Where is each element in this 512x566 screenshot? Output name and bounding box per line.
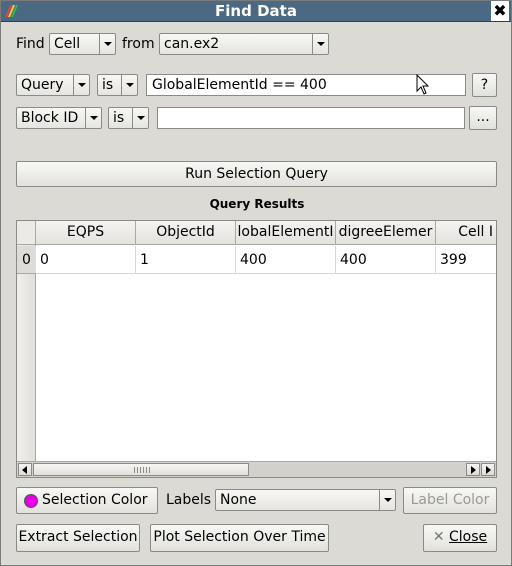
element-type-value: Cell	[54, 36, 81, 52]
block-field-dropdown[interactable]: Block ID	[16, 107, 102, 129]
query-operator-value: is	[102, 77, 114, 93]
row-header[interactable]: 0	[17, 246, 36, 274]
query-field-value: Query	[21, 77, 64, 93]
table-cell[interactable]: 0	[36, 246, 136, 274]
labels-value: None	[220, 492, 257, 508]
block-value-input[interactable]	[157, 107, 465, 129]
chevron-down-icon	[379, 490, 395, 510]
chevron-down-icon	[73, 75, 89, 95]
chevron-down-icon	[99, 34, 115, 54]
extract-selection-button[interactable]: Extract Selection	[16, 524, 140, 552]
column-header[interactable]: digreeElemer	[336, 221, 436, 245]
labels-label: Labels	[166, 492, 212, 508]
column-header[interactable]: lobalElementI	[236, 221, 336, 245]
from-label: from	[122, 36, 155, 52]
source-dropdown[interactable]: can.ex2	[159, 33, 329, 55]
element-type-dropdown[interactable]: Cell	[49, 33, 116, 55]
close-button[interactable]: ✕ Close	[423, 524, 497, 552]
query-operator-dropdown[interactable]: is	[97, 74, 138, 96]
label-color-button[interactable]: Label Color	[403, 487, 497, 514]
column-header[interactable]: Cell I	[436, 221, 496, 245]
selection-color-label: Selection Color	[42, 492, 148, 508]
query-results-title: Query Results	[209, 197, 305, 211]
column-header[interactable]: EQPS	[36, 221, 136, 245]
title-bar: Find Data ✖	[1, 1, 511, 22]
scroll-right-end-icon[interactable]	[481, 463, 495, 476]
block-operator-dropdown[interactable]: is	[108, 107, 149, 129]
column-header[interactable]: ObjectId	[136, 221, 236, 245]
table-cell[interactable]: 400	[336, 246, 436, 274]
table-cell[interactable]: 400	[236, 246, 336, 274]
table-cell[interactable]: 1	[136, 246, 236, 274]
block-operator-value: is	[113, 110, 125, 126]
source-value: can.ex2	[164, 36, 220, 52]
table-header: EQPS ObjectId lobalElementI digreeElemer…	[17, 221, 496, 245]
block-browse-button[interactable]: ...	[469, 106, 497, 130]
scrollbar-thumb[interactable]	[33, 463, 249, 476]
close-button-label: Close	[449, 529, 488, 545]
query-results-table[interactable]: EQPS ObjectId lobalElementI digreeElemer…	[16, 220, 497, 478]
mouse-cursor-icon	[416, 74, 430, 95]
block-field-value: Block ID	[21, 110, 79, 126]
plot-selection-over-time-button[interactable]: Plot Selection Over Time	[150, 524, 329, 552]
query-field-dropdown[interactable]: Query	[16, 74, 90, 96]
table-cell[interactable]: 399	[436, 246, 496, 274]
table-corner-button[interactable]	[17, 221, 36, 245]
chevron-down-icon	[85, 108, 101, 128]
chevron-down-icon	[121, 75, 137, 95]
scroll-left-icon[interactable]	[18, 463, 32, 476]
scroll-right-icon[interactable]	[466, 463, 480, 476]
close-icon: ✕	[432, 529, 445, 545]
chevron-down-icon	[132, 108, 148, 128]
selection-color-button[interactable]: Selection Color	[16, 487, 158, 514]
window-close-icon[interactable]: ✖	[491, 1, 509, 21]
query-help-button[interactable]: ?	[472, 73, 497, 97]
grip-icon	[134, 467, 152, 473]
find-label: Find	[16, 36, 45, 52]
labels-dropdown[interactable]: None	[215, 489, 396, 511]
query-value-text: GlobalElementId == 400	[152, 77, 327, 93]
run-selection-query-button[interactable]: Run Selection Query	[16, 161, 497, 187]
horizontal-scrollbar[interactable]	[17, 461, 496, 477]
window-title: Find Data	[215, 2, 297, 20]
chevron-down-icon	[312, 34, 328, 54]
selection-color-swatch	[24, 494, 38, 508]
find-data-window: Find Data ✖ Find Cell from can.ex2 Query…	[0, 0, 512, 566]
